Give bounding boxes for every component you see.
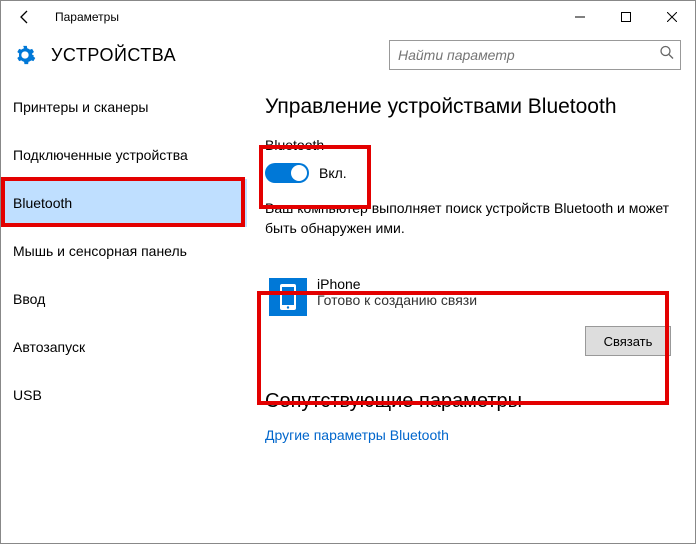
sidebar-item-label: Ввод	[13, 291, 45, 307]
phone-icon	[269, 278, 307, 316]
maximize-icon	[621, 12, 631, 22]
window-title: Параметры	[55, 10, 119, 24]
maximize-button[interactable]	[603, 1, 649, 33]
arrow-left-icon	[17, 9, 33, 25]
gear-icon	[13, 43, 37, 67]
search-icon	[659, 45, 675, 66]
sidebar-item-label: Подключенные устройства	[13, 147, 188, 163]
search-input[interactable]	[389, 40, 681, 70]
section-title: Управление устройствами Bluetooth	[265, 95, 675, 119]
back-button[interactable]	[9, 1, 41, 33]
sidebar-item-label: Мышь и сенсорная панель	[13, 243, 187, 259]
bluetooth-toggle-row: Вкл.	[265, 163, 675, 183]
sidebar-item-label: Принтеры и сканеры	[13, 99, 148, 115]
device-row[interactable]: iPhone Готово к созданию связи	[265, 268, 675, 320]
related-title: Сопутствующие параметры	[265, 390, 675, 413]
sidebar-item-mouse-touchpad[interactable]: Мышь и сенсорная панель	[1, 227, 247, 275]
search-box	[389, 40, 681, 70]
header-row: УСТРОЙСТВА	[1, 33, 695, 77]
sidebar-item-connected-devices[interactable]: Подключенные устройства	[1, 131, 247, 179]
sidebar-item-typing[interactable]: Ввод	[1, 275, 247, 323]
pair-button-row: Связать	[265, 320, 675, 362]
pair-button[interactable]: Связать	[585, 326, 671, 356]
minimize-icon	[575, 12, 585, 22]
settings-window: Параметры УСТРОЙСТВА Принтеры	[0, 0, 696, 544]
toggle-knob	[291, 165, 307, 181]
close-button[interactable]	[649, 1, 695, 33]
sidebar-item-label: Bluetooth	[13, 195, 72, 211]
sidebar-item-bluetooth[interactable]: Bluetooth	[1, 179, 247, 227]
sidebar-item-autoplay[interactable]: Автозапуск	[1, 323, 247, 371]
toggle-state-label: Вкл.	[319, 165, 347, 181]
sidebar-item-usb[interactable]: USB	[1, 371, 247, 419]
window-controls	[557, 1, 695, 33]
minimize-button[interactable]	[557, 1, 603, 33]
device-name: iPhone	[317, 276, 477, 292]
device-status: Готово к созданию связи	[317, 292, 477, 308]
device-info: iPhone Готово к созданию связи	[317, 276, 477, 308]
sidebar: Принтеры и сканеры Подключенные устройст…	[1, 77, 247, 543]
page-title: УСТРОЙСТВА	[51, 45, 176, 66]
sidebar-item-label: USB	[13, 387, 42, 403]
titlebar: Параметры	[1, 1, 695, 33]
other-bluetooth-settings-link[interactable]: Другие параметры Bluetooth	[265, 427, 675, 443]
sidebar-item-label: Автозапуск	[13, 339, 85, 355]
bluetooth-label: Bluetooth	[265, 137, 675, 153]
main-panel: Управление устройствами Bluetooth Blueto…	[247, 77, 695, 543]
sidebar-item-printers[interactable]: Принтеры и сканеры	[1, 83, 247, 131]
bluetooth-toggle[interactable]	[265, 163, 309, 183]
content-area: Принтеры и сканеры Подключенные устройст…	[1, 77, 695, 543]
description-text: Ваш компьютер выполняет поиск устройств …	[265, 199, 675, 238]
close-icon	[667, 12, 677, 22]
